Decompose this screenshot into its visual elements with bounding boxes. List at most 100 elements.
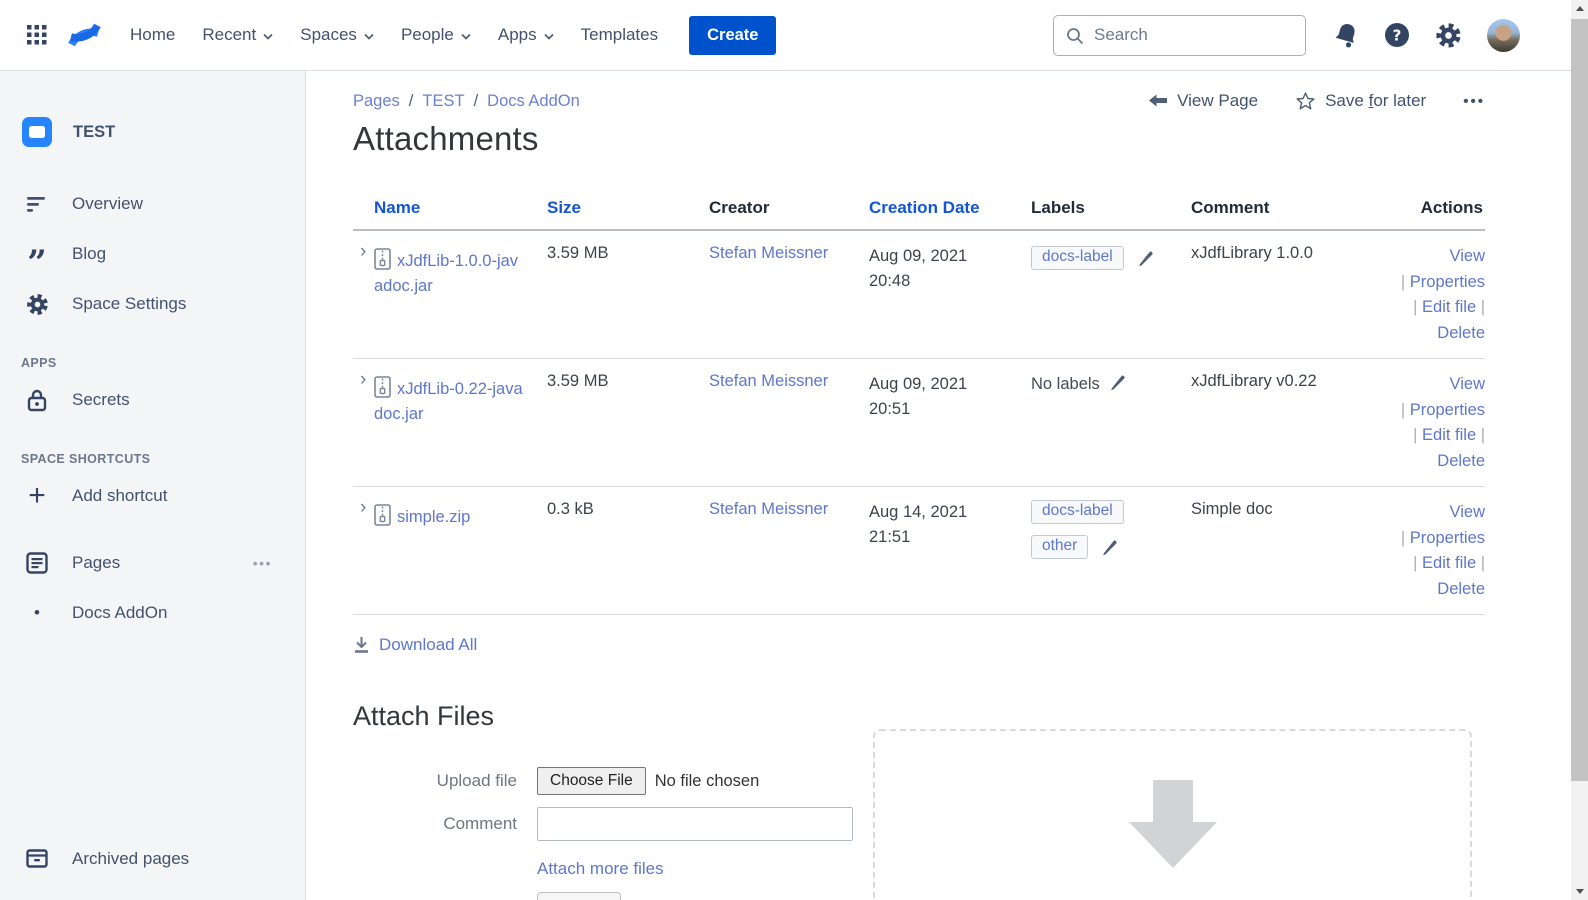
creator-cell: Stefan Meissner	[688, 230, 848, 359]
action-separator: |	[1476, 426, 1485, 444]
action-view[interactable]: View	[1450, 372, 1485, 398]
column-header-creator: Creator	[688, 188, 848, 231]
attachment-name-link[interactable]: xJdfLib-1.0.0-javadoc.jar	[374, 252, 518, 295]
sidebar-apps-items: Secrets	[0, 375, 305, 425]
chevron-down-icon	[263, 25, 273, 45]
help-icon[interactable]: ?	[1384, 22, 1410, 48]
add-shortcut-button[interactable]: + Add shortcut	[0, 471, 305, 521]
column-header-size[interactable]: Size	[526, 188, 688, 231]
choose-file-button[interactable]: Choose File	[537, 767, 646, 795]
edit-labels-pencil-icon[interactable]	[1109, 374, 1126, 396]
scroll-up-arrow-icon[interactable]	[1571, 0, 1588, 17]
action-properties[interactable]: Properties	[1410, 529, 1485, 547]
creator-link[interactable]: Stefan Meissner	[709, 244, 828, 262]
action-delete[interactable]: Delete	[1437, 577, 1485, 603]
sidebar-item-overview[interactable]: Overview	[0, 179, 305, 229]
sidebar-item-blog[interactable]: ” Blog	[0, 229, 305, 280]
breadcrumb-link-docs-addon[interactable]: Docs AddOn	[487, 92, 580, 110]
confluence-app: Home Recent Spaces People Apps Templates Crea…	[0, 0, 1588, 900]
nav-item-apps[interactable]: Apps	[498, 25, 554, 45]
chevron-down-icon	[543, 25, 554, 45]
action-view[interactable]: View	[1450, 244, 1485, 270]
expand-chevron-icon[interactable]: ›	[360, 241, 366, 263]
nav-item-templates[interactable]: Templates	[581, 25, 658, 45]
page-header-row: Pages / TEST / Docs AddOn View Page Save for…	[353, 91, 1485, 111]
no-labels-text: No labels	[1031, 375, 1100, 393]
space-sidebar: TEST Overview ” Blog Space Settings APPS Se…	[0, 71, 306, 900]
edit-labels-pencil-icon[interactable]	[1137, 250, 1154, 272]
breadcrumb-link-test[interactable]: TEST	[422, 92, 464, 110]
sidebar-item-archived-pages[interactable]: Archived pages	[0, 834, 305, 884]
attachment-name-link[interactable]: simple.zip	[397, 508, 470, 526]
attach-button[interactable]: Attach	[537, 892, 622, 900]
sidebar-item-label: Blog	[72, 244, 107, 263]
nav-item-people[interactable]: People	[401, 25, 471, 45]
breadcrumb-link-pages[interactable]: Pages	[353, 92, 400, 110]
comment-input[interactable]	[537, 807, 853, 841]
expand-chevron-icon[interactable]: ›	[360, 369, 366, 391]
space-header[interactable]: TEST	[0, 117, 305, 147]
nav-item-label: Spaces	[300, 25, 357, 44]
action-delete[interactable]: Delete	[1437, 321, 1485, 347]
comment-cell: xJdfLibrary v0.22	[1170, 358, 1350, 487]
action-edit-file[interactable]: Edit file	[1422, 554, 1476, 572]
attachment-name-link[interactable]: xJdfLib-0.22-javadoc.jar	[374, 380, 523, 423]
scroll-down-arrow-icon[interactable]	[1571, 883, 1588, 900]
action-properties[interactable]: Properties	[1410, 273, 1485, 291]
apps-section-label: APPS	[21, 356, 57, 370]
action-separator: |	[1400, 272, 1410, 291]
nav-item-home[interactable]: Home	[130, 25, 175, 45]
label-badge[interactable]: docs-label	[1031, 500, 1124, 524]
creation-date-cell: Aug 09, 2021 20:48	[848, 230, 1010, 359]
creator-link[interactable]: Stefan Meissner	[709, 500, 828, 518]
file-dropzone[interactable]: Drop files here to attach them	[873, 729, 1472, 900]
confluence-logo-icon[interactable]	[68, 20, 101, 50]
creator-link[interactable]: Stefan Meissner	[709, 372, 828, 390]
edit-labels-pencil-icon[interactable]	[1101, 539, 1118, 561]
settings-gear-icon[interactable]	[1435, 22, 1462, 49]
more-icon[interactable]: •••	[253, 555, 272, 571]
attach-more-files-link[interactable]: Attach more files	[537, 859, 664, 879]
column-header-creation-date[interactable]: Creation Date	[848, 188, 1010, 231]
download-all-label[interactable]: Download All	[379, 635, 477, 655]
attachments-table: Name Size Creator Creation Date Labels Commen…	[353, 188, 1485, 615]
more-options-icon[interactable]: •••	[1463, 93, 1485, 110]
action-view[interactable]: View	[1450, 500, 1485, 526]
comment-cell: Simple doc	[1170, 486, 1350, 615]
user-avatar[interactable]	[1487, 18, 1520, 52]
action-edit-file[interactable]: Edit file	[1422, 298, 1476, 316]
sidebar-item-secrets[interactable]: Secrets	[0, 375, 305, 425]
scrollbar-thumb[interactable]	[1571, 19, 1588, 781]
create-button[interactable]: Create	[689, 15, 777, 55]
sidebar-tree-item-docs-addon[interactable]: • Docs AddOn	[0, 588, 305, 638]
nav-item-recent[interactable]: Recent	[202, 25, 273, 45]
attach-form: Upload file Choose File No file chosen C…	[353, 767, 873, 900]
action-edit-file[interactable]: Edit file	[1422, 426, 1476, 444]
labels-cell: No labels	[1010, 358, 1170, 487]
scrollbar[interactable]	[1571, 0, 1588, 900]
save-for-later-button[interactable]: Save for later	[1295, 91, 1426, 111]
chevron-down-icon	[364, 25, 374, 45]
actions-links: View | Properties | Edit file | Delete	[1371, 244, 1485, 346]
expand-chevron-icon[interactable]: ›	[360, 497, 366, 519]
app-switcher-icon[interactable]	[27, 25, 47, 45]
label-badge[interactable]: docs-label	[1031, 246, 1124, 270]
sidebar-item-space-settings[interactable]: Space Settings	[0, 279, 305, 329]
body-row: TEST Overview ” Blog Space Settings APPS Se…	[0, 71, 1571, 900]
action-delete[interactable]: Delete	[1437, 449, 1485, 475]
label-badge[interactable]: other	[1031, 535, 1089, 559]
add-shortcut-label: Add shortcut	[72, 486, 168, 505]
column-header-name[interactable]: Name	[353, 188, 526, 231]
sidebar-item-pages[interactable]: Pages •••	[0, 538, 305, 588]
download-all-link[interactable]: Download All	[353, 635, 1571, 655]
notifications-bell-icon[interactable]	[1334, 22, 1359, 48]
name-cell: › simple.zip	[353, 486, 526, 615]
nav-item-label: Apps	[497, 25, 537, 44]
nav-item-spaces[interactable]: Spaces	[300, 25, 374, 45]
action-properties[interactable]: Properties	[1410, 401, 1485, 419]
pages-icon	[24, 552, 50, 574]
zip-file-icon	[374, 504, 391, 531]
search-input[interactable]	[1053, 14, 1306, 56]
view-page-button[interactable]: View Page	[1148, 91, 1258, 111]
creation-date: Aug 09, 2021	[869, 375, 968, 393]
